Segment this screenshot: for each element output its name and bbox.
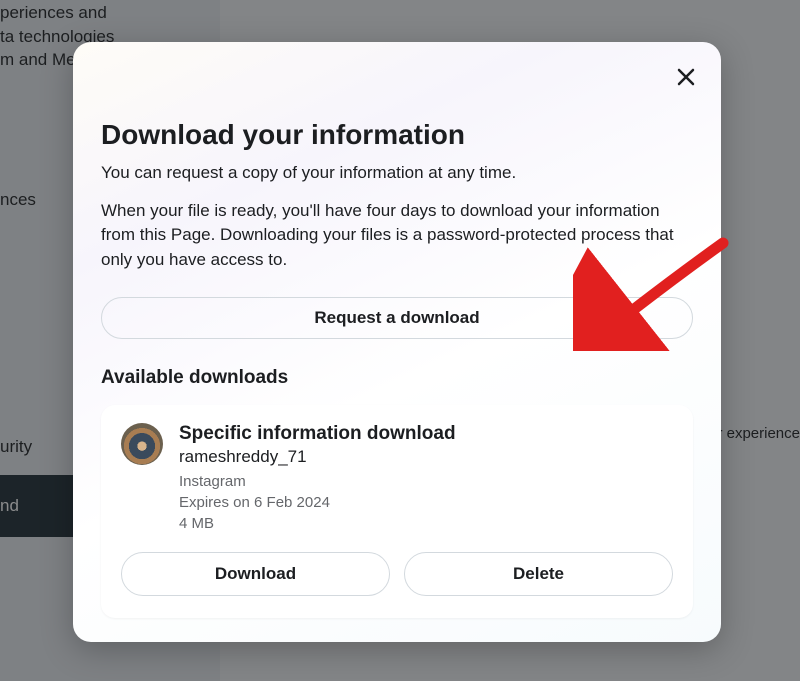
- available-downloads-heading: Available downloads: [101, 367, 693, 389]
- modal-title: Download your information: [101, 119, 693, 151]
- avatar: [121, 423, 163, 465]
- download-info-modal: Download your information You can reques…: [73, 42, 721, 642]
- download-item-title: Specific information download: [179, 423, 673, 445]
- close-icon: [676, 67, 696, 87]
- download-card-info: Specific information download rameshredd…: [179, 423, 673, 534]
- request-download-button[interactable]: Request a download: [101, 297, 693, 339]
- download-button[interactable]: Download: [121, 552, 390, 596]
- close-button[interactable]: [669, 60, 703, 94]
- download-card-header: Specific information download rameshredd…: [121, 423, 673, 534]
- modal-description: When your file is ready, you'll have fou…: [101, 199, 693, 273]
- download-card: Specific information download rameshredd…: [101, 405, 693, 618]
- modal-subtitle: You can request a copy of your informati…: [101, 161, 693, 185]
- download-item-platform: Instagram: [179, 471, 673, 492]
- delete-button[interactable]: Delete: [404, 552, 673, 596]
- download-card-actions: Download Delete: [121, 552, 673, 596]
- download-item-username: rameshreddy_71: [179, 447, 673, 467]
- download-item-expires: Expires on 6 Feb 2024: [179, 492, 673, 513]
- download-item-size: 4 MB: [179, 513, 673, 534]
